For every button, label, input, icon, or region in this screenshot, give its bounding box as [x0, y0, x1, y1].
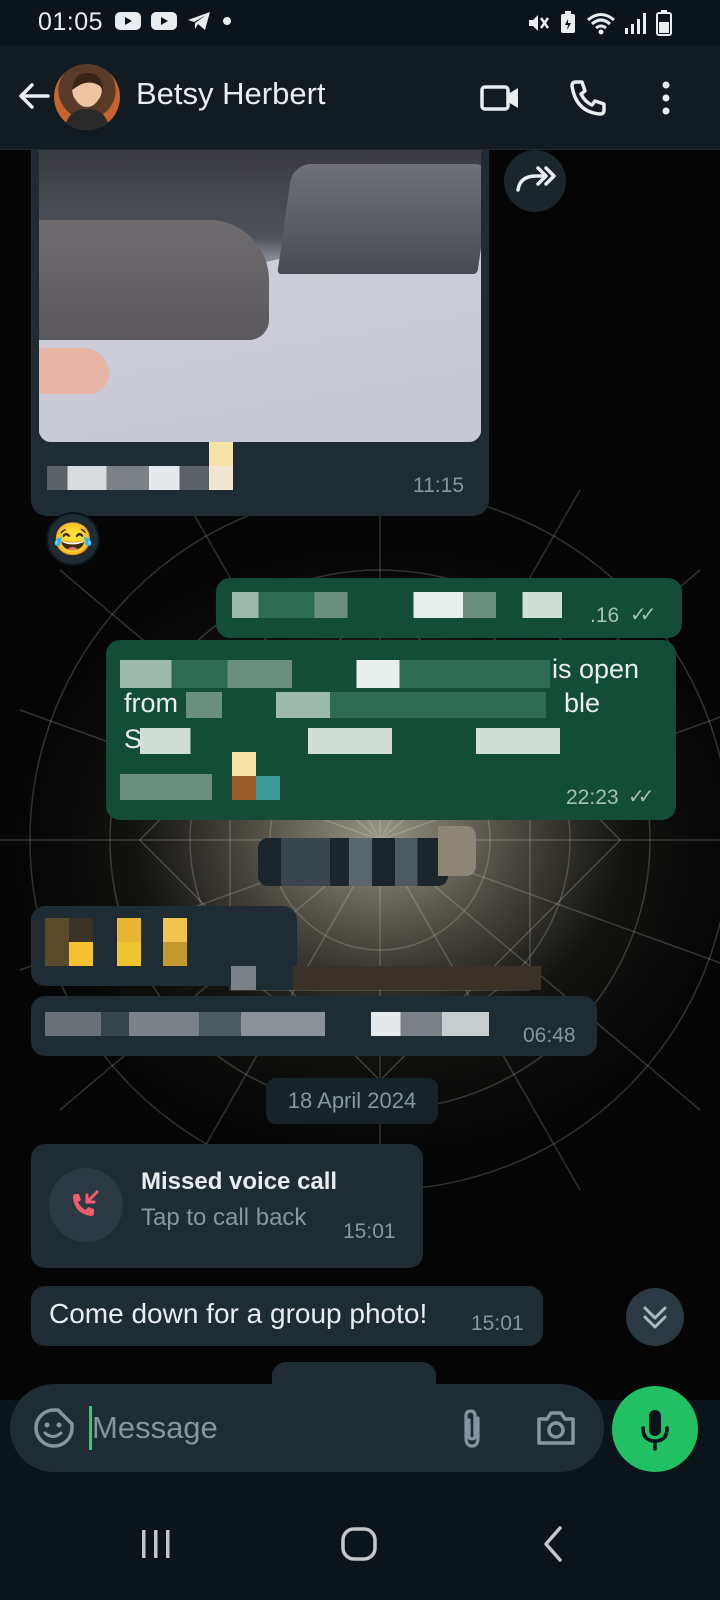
redacted-text: [120, 774, 212, 800]
dot-icon: [223, 17, 231, 25]
message-reaction[interactable]: 😂: [46, 512, 100, 566]
missed-call-subtitle[interactable]: Tap to call back: [141, 1204, 306, 1232]
outgoing-message-bubble[interactable]: .16 ✓✓: [216, 578, 682, 638]
redacted-emoji: [256, 776, 280, 800]
forward-button[interactable]: [504, 150, 566, 212]
youtube-icon: [151, 12, 177, 30]
missed-call-bubble[interactable]: Missed voice call Tap to call back 15:01: [31, 1144, 423, 1268]
redacted-text: [186, 692, 546, 718]
message-text: Come down for a group photo!: [49, 1298, 428, 1329]
telegram-icon: [188, 12, 210, 30]
status-time: 01:05: [38, 8, 104, 36]
message-photo[interactable]: [39, 150, 481, 442]
redacted-caption: [47, 466, 217, 490]
redacted-chip: [258, 838, 448, 886]
system-navigation-bar: [0, 1490, 720, 1600]
redacted-emoji: [209, 442, 233, 490]
redacted-text: [371, 1012, 489, 1036]
more-options-icon[interactable]: [644, 76, 688, 120]
redacted-text: [232, 592, 562, 618]
emoji-sticker-icon[interactable]: [32, 1406, 76, 1450]
redacted-emoji: [69, 942, 93, 966]
message-time: .16: [590, 604, 620, 627]
redacted-emoji: [232, 752, 256, 800]
battery-saver-icon: [561, 11, 575, 33]
youtube-icon: [115, 12, 141, 30]
redacted-text: [120, 660, 550, 688]
signal-icon: [625, 13, 646, 34]
message-time: 15:01: [471, 1312, 524, 1335]
redacted-emoji: [163, 918, 187, 966]
video-call-icon[interactable]: [478, 76, 522, 120]
incoming-message-bubble[interactable]: Come down for a group photo! 15:01: [31, 1286, 543, 1346]
redacted-text: [45, 1012, 325, 1036]
home-icon[interactable]: [338, 1522, 382, 1566]
missed-call-icon: [73, 1190, 99, 1216]
chat-header: Betsy Herbert: [0, 46, 720, 150]
read-receipt-icon: ✓✓: [630, 604, 656, 626]
message-time: 06:48: [523, 1024, 576, 1047]
voice-message-button[interactable]: [612, 1386, 698, 1472]
battery-icon: [656, 10, 672, 36]
message-text-fragment: ble: [564, 688, 601, 718]
message-input[interactable]: [92, 1406, 432, 1450]
missed-call-title: Missed voice call: [141, 1168, 338, 1195]
double-chevron-down-icon: [643, 1306, 667, 1329]
message-text-fragment: is open: [552, 654, 640, 684]
outgoing-message-bubble[interactable]: is open from ble S 22:23 ✓✓: [106, 640, 676, 820]
redacted-text: [231, 966, 541, 990]
back-arrow-icon[interactable]: [14, 76, 54, 116]
redacted-text: [140, 728, 560, 754]
message-time: 15:01: [343, 1220, 396, 1243]
message-composer: [10, 1384, 604, 1472]
photo-message-bubble[interactable]: 11:15: [31, 150, 489, 516]
message-text-fragment: from: [124, 688, 178, 718]
status-bar: 01:05: [0, 0, 720, 46]
chat-area[interactable]: 11:15 😂 .16 ✓✓ is open from ble S 22:23 …: [0, 150, 720, 1400]
missed-call-icon-circle: [49, 1168, 123, 1242]
incoming-message-bubble[interactable]: 06:48: [31, 966, 597, 1056]
redacted-emoji: [117, 918, 141, 966]
contact-name[interactable]: Betsy Herbert: [136, 76, 326, 112]
attach-icon[interactable]: [452, 1406, 492, 1450]
mute-icon: [529, 15, 550, 31]
redacted-chip-edge: [438, 826, 476, 876]
message-time: 11:15: [413, 474, 464, 497]
avatar[interactable]: [54, 64, 120, 130]
recent-apps-icon[interactable]: [136, 1524, 176, 1564]
voice-call-icon[interactable]: [566, 76, 610, 120]
forward-icon: [516, 166, 556, 192]
date-divider: 18 April 2024: [266, 1078, 438, 1124]
read-receipt-icon: ✓✓: [628, 786, 654, 808]
wifi-icon: [587, 13, 615, 35]
message-time: 22:23: [566, 786, 619, 809]
back-icon[interactable]: [534, 1524, 574, 1564]
scroll-to-bottom-button[interactable]: [626, 1288, 684, 1346]
microphone-icon: [641, 1410, 669, 1451]
camera-icon[interactable]: [534, 1406, 578, 1450]
